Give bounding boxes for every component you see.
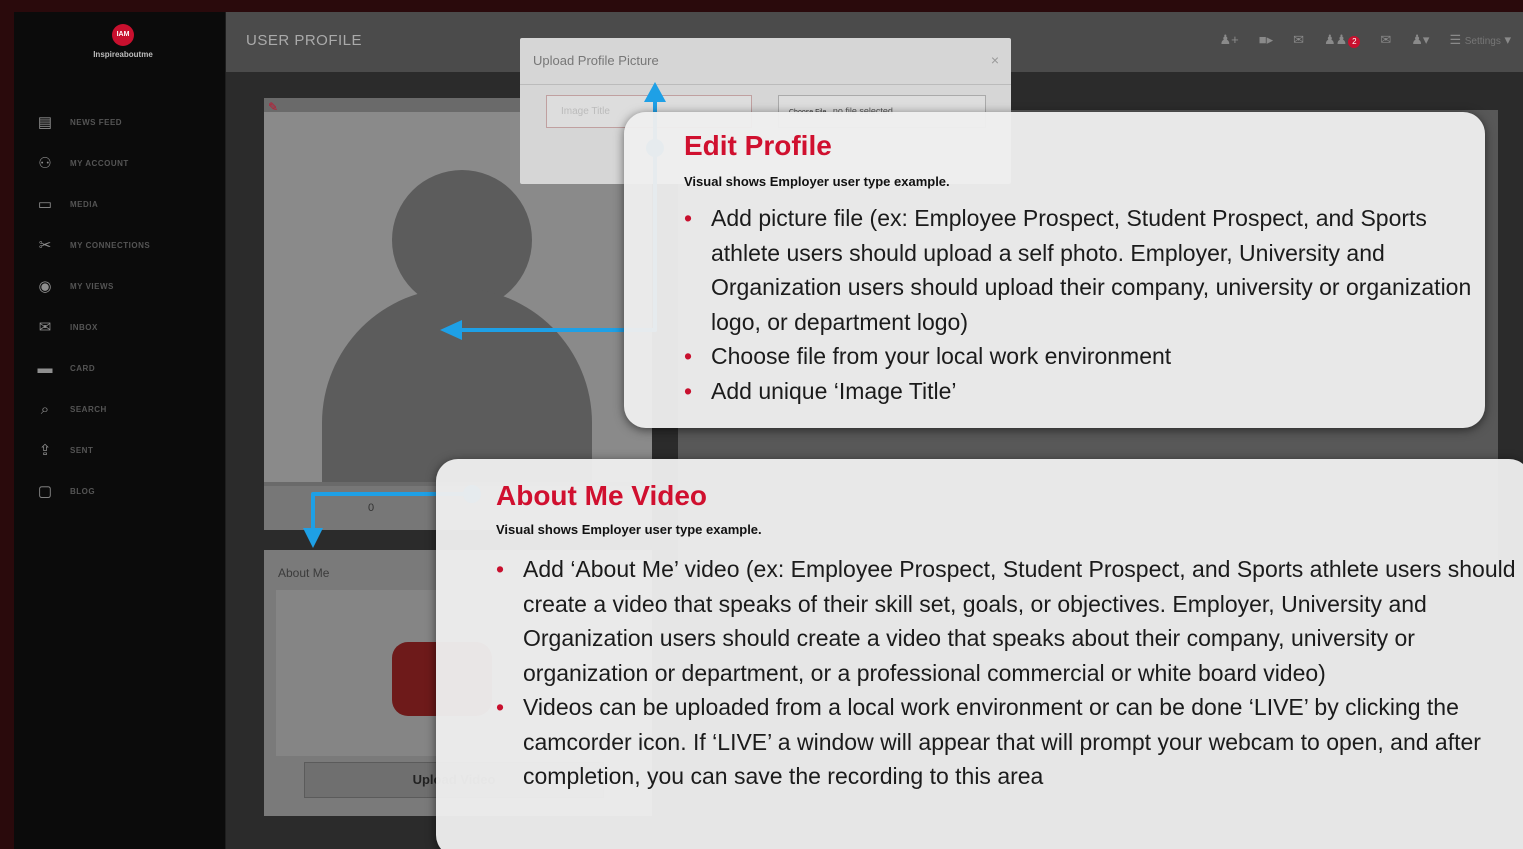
callout-bullet: Videos can be uploaded from a local work…: [496, 690, 1523, 794]
sidebar-item-label: MEDIA: [70, 200, 99, 209]
callout-bullet-list: Add ‘About Me’ video (ex: Employee Prosp…: [496, 552, 1523, 794]
sidebar-item-blog[interactable]: ▢ BLOG: [14, 471, 226, 512]
sidebar-item-card[interactable]: ▬ CARD: [14, 348, 226, 389]
blog-icon: ▢: [37, 482, 53, 500]
callout-bullet: Choose file from your local work environ…: [684, 339, 1484, 374]
inbox-icon: ✉: [38, 318, 52, 336]
sidebar-item-sent[interactable]: ⇪ SENT: [14, 430, 226, 471]
chat-icon[interactable]: ✉: [1293, 32, 1304, 48]
logo-text: Inspireaboutme: [93, 50, 153, 59]
page-title: USER PROFILE: [246, 32, 363, 49]
eye-icon: ◉: [38, 277, 52, 295]
callout-subtitle: Visual shows Employer user type example.: [684, 174, 950, 189]
sidebar-item-my-connections[interactable]: ✂ MY CONNECTIONS: [14, 225, 226, 266]
sidebar-item-label: SENT: [70, 446, 94, 455]
close-icon[interactable]: ×: [991, 52, 999, 68]
callout-bullet-list: Add picture file (ex: Employee Prospect,…: [684, 201, 1484, 408]
sidebar-item-my-views[interactable]: ◉ MY VIEWS: [14, 266, 226, 307]
sidebar: IAM Inspireaboutme ▤ NEWS FEED ⚇ MY ACCO…: [14, 12, 226, 849]
add-user-icon[interactable]: ♟+: [1219, 32, 1238, 48]
callout-bullet: Add unique ‘Image Title’: [684, 374, 1484, 409]
account-icon: ⚇: [38, 154, 52, 172]
search-icon: ⌕: [40, 400, 50, 418]
sidebar-item-label: MY VIEWS: [70, 282, 114, 291]
sidebar-item-media[interactable]: ▭ MEDIA: [14, 184, 226, 225]
mail-icon[interactable]: ✉: [1380, 32, 1391, 48]
sidebar-item-label: MY CONNECTIONS: [70, 241, 151, 250]
sidebar-item-label: MY ACCOUNT: [70, 159, 129, 168]
about-me-video-callout: About Me Video Visual shows Employer use…: [436, 459, 1523, 849]
sidebar-item-label: SEARCH: [70, 405, 107, 414]
callout-bullet: Add ‘About Me’ video (ex: Employee Prosp…: [496, 552, 1523, 690]
notification-badge: 2: [1348, 36, 1361, 48]
sidebar-item-label: CARD: [70, 364, 96, 373]
sidebar-item-label: NEWS FEED: [70, 118, 123, 127]
app-logo[interactable]: IAM Inspireaboutme: [78, 24, 168, 59]
settings-label: Settings: [1464, 36, 1501, 47]
modal-title: Upload Profile Picture: [533, 53, 659, 68]
settings-menu[interactable]: ☰ Settings ▾: [1449, 32, 1511, 48]
sidebar-nav: ▤ NEWS FEED ⚇ MY ACCOUNT ▭ MEDIA ✂ MY CO…: [14, 102, 226, 512]
sidebar-item-label: INBOX: [70, 323, 98, 332]
user-menu-icon[interactable]: ♟▾: [1411, 32, 1429, 48]
callout-title: About Me Video: [496, 480, 708, 511]
sidebar-item-label: BLOG: [70, 487, 96, 496]
sidebar-item-my-account[interactable]: ⚇ MY ACCOUNT: [14, 143, 226, 184]
sidebar-item-news-feed[interactable]: ▤ NEWS FEED: [14, 102, 226, 143]
connections-icon: ✂: [38, 236, 52, 254]
callout-subtitle: Visual shows Employer user type example.: [496, 522, 762, 537]
header-toolbar: ♟+ ■▸ ✉ ♟♟ 2 ✉ ♟▾ ☰ Settings ▾: [1219, 32, 1511, 48]
camcorder-icon[interactable]: ■▸: [1259, 32, 1273, 48]
about-me-title: About Me: [278, 566, 330, 580]
card-icon: ▬: [37, 359, 53, 377]
sent-icon: ⇪: [38, 441, 52, 459]
connections-requests-icon[interactable]: ♟♟ 2: [1324, 32, 1361, 48]
stat-count: 0: [368, 502, 375, 514]
edit-profile-callout: Edit Profile Visual shows Employer user …: [624, 112, 1485, 428]
sidebar-item-inbox[interactable]: ✉ INBOX: [14, 307, 226, 348]
media-icon: ▭: [37, 195, 53, 213]
callout-title: Edit Profile: [684, 130, 832, 161]
sidebar-item-search[interactable]: ⌕ SEARCH: [14, 389, 226, 430]
avatar-placeholder-body: [322, 288, 592, 482]
callout-bullet: Add picture file (ex: Employee Prospect,…: [684, 201, 1484, 339]
logo-mark-icon: IAM: [112, 24, 134, 46]
news-feed-icon: ▤: [37, 113, 53, 131]
modal-divider: [520, 84, 1011, 85]
